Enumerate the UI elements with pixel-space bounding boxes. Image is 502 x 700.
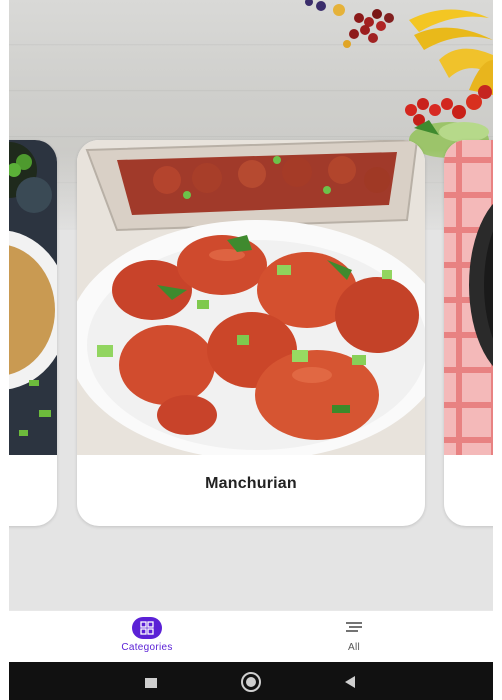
veg-manchurian-photo: [77, 140, 425, 455]
grid-icon: [132, 617, 162, 639]
nav-label-all: All: [347, 642, 360, 653]
bowl-on-checkered-cloth-photo: [444, 140, 493, 455]
carousel-card-previous[interactable]: [9, 140, 57, 526]
carousel-card-next[interactable]: [444, 140, 493, 526]
home-circle-icon[interactable]: [240, 671, 262, 698]
noodles-photo: [9, 140, 57, 455]
recents-square-icon[interactable]: [144, 676, 158, 694]
back-triangle-icon[interactable]: [343, 675, 357, 694]
nav-item-all[interactable]: All: [294, 617, 414, 653]
nav-label-categories: Categories: [121, 642, 173, 653]
carousel-card-current[interactable]: Manchurian: [77, 140, 425, 526]
app-screen: Manchurian: [9, 0, 493, 662]
system-navigation-bar: [9, 662, 493, 700]
card-title: Manchurian: [205, 475, 297, 492]
list-lines-icon: [339, 617, 369, 639]
bottom-navigation: Categories All: [9, 610, 493, 663]
nav-item-categories[interactable]: Categories: [87, 617, 207, 653]
